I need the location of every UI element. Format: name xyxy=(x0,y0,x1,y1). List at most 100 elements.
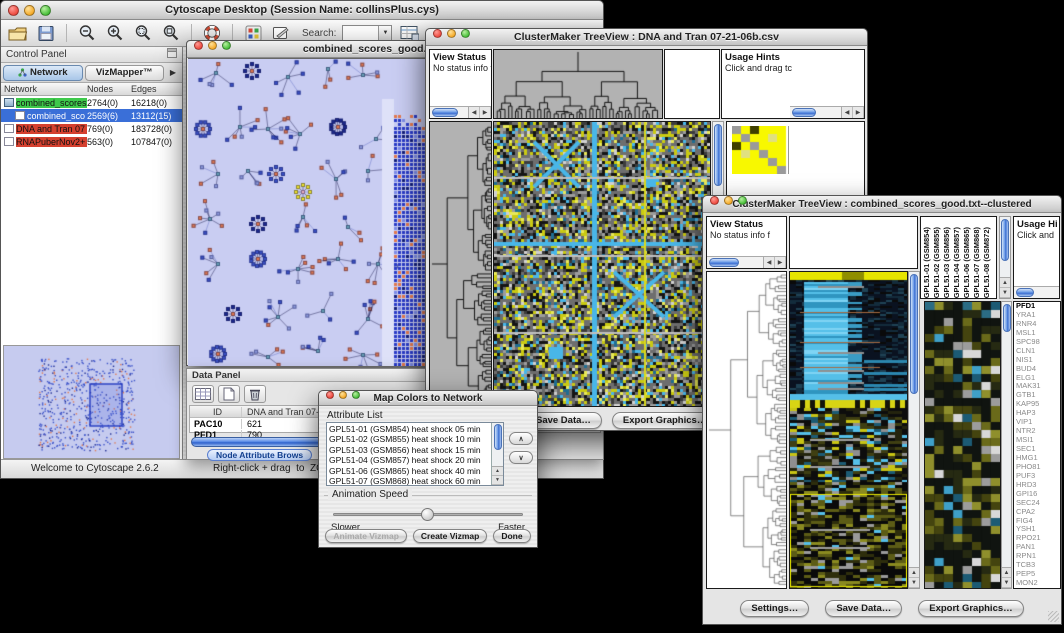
dialog-button[interactable]: Done xyxy=(493,529,530,543)
zoom-fit-icon[interactable] xyxy=(160,23,182,43)
main-titlebar[interactable]: Cytoscape Desktop (Session Name: collins… xyxy=(1,1,603,20)
attribute-list-item[interactable]: GPL51-02 (GSM855) heat shock 10 min xyxy=(329,434,491,444)
column-label[interactable]: GPL51-08 (GSM872) xyxy=(982,227,992,298)
zoom-out-icon[interactable] xyxy=(76,23,98,43)
zoom-button[interactable] xyxy=(738,196,747,205)
hscrollbar[interactable]: ◀▶ xyxy=(790,106,864,118)
attribute-list-label: Attribute List xyxy=(327,410,383,421)
column-dendrogram[interactable] xyxy=(493,49,663,119)
attribute-id: PAC10 xyxy=(190,419,242,429)
treeview-button[interactable]: Settings… xyxy=(740,600,809,617)
tab-overflow-arrow[interactable]: ▶ xyxy=(166,68,180,77)
zoom-selected-icon[interactable] xyxy=(132,23,154,43)
network-nodes-count: 563(0) xyxy=(87,137,131,147)
create-attribute-icon[interactable] xyxy=(218,385,240,403)
close-button[interactable] xyxy=(710,196,719,205)
network-overview-thumbnail[interactable] xyxy=(8,350,176,454)
hscrollbar[interactable]: ◀▶ xyxy=(430,106,491,118)
treeview-dna-titlebar[interactable]: ClusterMaker TreeView : DNA and Tran 07-… xyxy=(426,29,867,46)
zoom-button[interactable] xyxy=(352,391,360,399)
attribute-list-item[interactable]: GPL51-06 (GSM865) heat shock 40 min xyxy=(329,466,491,476)
search-label: Search: xyxy=(302,28,336,39)
slider-knob[interactable] xyxy=(421,508,434,521)
status-welcome: Welcome to Cytoscape 2.6.2 xyxy=(31,463,159,474)
network-row[interactable]: combined_sco 2569(6) 13112(15) xyxy=(1,109,182,122)
treeview-buttons: Settings… Save Data… Export Graphics… xyxy=(703,596,1061,620)
close-button[interactable] xyxy=(194,41,203,50)
hscrollbar[interactable] xyxy=(1014,286,1059,298)
column-label[interactable]: GPL51-04 (GSM857) xyxy=(952,227,962,298)
view-status-panel: View Status No status info f ◀▶ xyxy=(706,216,787,269)
gene-label[interactable]: MON2 xyxy=(1016,579,1060,588)
global-heatmap[interactable] xyxy=(493,121,711,407)
tab-network[interactable]: Network xyxy=(3,65,83,81)
dialog-titlebar[interactable]: Map Colors to Network xyxy=(319,391,537,406)
minimize-button[interactable] xyxy=(724,196,733,205)
float-panel-icon[interactable] xyxy=(167,48,177,61)
scroll-down-icon: ▼ xyxy=(492,476,503,485)
map-colors-dialog: Map Colors to Network Attribute List GPL… xyxy=(318,390,538,548)
network-overview-panel[interactable] xyxy=(3,345,180,459)
zoom-button[interactable] xyxy=(461,29,470,38)
close-button[interactable] xyxy=(433,29,442,38)
row-dendrogram[interactable] xyxy=(429,121,492,407)
node-attribute-browser-button[interactable]: Node Attribute Brows xyxy=(207,449,312,461)
network-table-header[interactable]: Network Nodes Edges xyxy=(1,83,182,96)
attribute-list-item[interactable]: GPL51-04 (GSM857) heat shock 20 min xyxy=(329,455,491,465)
treeview-button[interactable]: Save Data… xyxy=(825,600,902,617)
column-dendrogram[interactable] xyxy=(789,216,918,269)
treeview-button[interactable]: Export Graphics… xyxy=(918,600,1023,617)
vscrollbar[interactable]: ▲▼ xyxy=(908,271,920,589)
save-session-icon[interactable] xyxy=(35,23,57,43)
vscrollbar[interactable]: ▲▼ xyxy=(491,423,503,485)
scroll-right-icon: ▶ xyxy=(480,107,491,118)
column-label[interactable]: GPL51-07 (GSM868) xyxy=(972,227,982,298)
network-nodes-count: 2764(0) xyxy=(87,98,131,108)
column-label[interactable]: GPL51-01 (GSM854) xyxy=(922,227,932,298)
hscrollbar[interactable]: ◀▶ xyxy=(707,256,786,268)
delete-attribute-icon[interactable] xyxy=(244,385,266,403)
row-dendrogram[interactable] xyxy=(706,271,787,589)
attribute-list-item[interactable]: GPL51-03 (GSM856) heat shock 15 min xyxy=(329,445,491,455)
network-row[interactable]: DNA and Tran 07 769(0) 183728(0) xyxy=(1,122,182,135)
global-heatmap[interactable] xyxy=(789,271,908,589)
select-attributes-icon[interactable] xyxy=(192,385,214,403)
move-up-button[interactable]: ∧ xyxy=(509,432,533,445)
column-label[interactable]: GPL51-06 (GSM865) xyxy=(962,227,972,298)
treeview-combined-titlebar[interactable]: ClusterMaker TreeView : combined_scores_… xyxy=(703,196,1061,213)
network-row[interactable]: combined_scores 2764(0) 16218(0) xyxy=(1,96,182,109)
minimize-button[interactable] xyxy=(447,29,456,38)
dialog-button[interactable]: Create Vizmap xyxy=(413,529,487,543)
open-session-icon[interactable] xyxy=(7,23,29,43)
move-down-button[interactable]: ∨ xyxy=(509,451,533,464)
scroll-down-icon: ▼ xyxy=(1000,288,1010,298)
close-button[interactable] xyxy=(8,5,19,16)
zoom-heatmap[interactable] xyxy=(732,126,789,174)
animation-speed-label: Animation Speed xyxy=(328,489,412,500)
tab-vizmapper[interactable]: VizMapper™ xyxy=(85,65,165,81)
vscrollbar[interactable]: ▲▼ xyxy=(1001,301,1012,589)
zoom-button[interactable] xyxy=(40,5,51,16)
combo-arrow-icon[interactable]: ▼ xyxy=(378,26,391,40)
close-button[interactable] xyxy=(326,391,334,399)
column-labels xyxy=(664,49,720,119)
animation-speed-slider[interactable] xyxy=(333,513,523,516)
resize-grip[interactable] xyxy=(1048,611,1059,622)
minimize-button[interactable] xyxy=(208,41,217,50)
column-label[interactable]: GPL51-03 (GSM856) xyxy=(942,227,952,298)
vscrollbar[interactable]: ▲▼ xyxy=(999,216,1011,299)
network-row[interactable]: RNAPuberNov2+ 563(0) 107847(0) xyxy=(1,135,182,148)
dialog-button[interactable]: Animate Vizmap xyxy=(325,529,407,543)
zoom-heatmap[interactable] xyxy=(924,301,1001,589)
minimize-button[interactable] xyxy=(339,391,347,399)
network-name: combined_scores xyxy=(16,98,87,108)
zoom-button[interactable] xyxy=(222,41,231,50)
network-row-icon xyxy=(4,137,14,146)
zoom-in-icon[interactable] xyxy=(104,23,126,43)
minimize-button[interactable] xyxy=(24,5,35,16)
attribute-list-item[interactable]: GPL51-01 (GSM854) heat shock 05 min xyxy=(329,424,491,434)
column-label[interactable]: GPL51-02 (GSM855) xyxy=(932,227,942,298)
attribute-list-item[interactable]: GPL51-07 (GSM868) heat shock 60 min xyxy=(329,476,491,485)
network-name: RNAPuberNov2+ xyxy=(16,137,87,147)
search-combobox[interactable]: ▼ xyxy=(342,25,392,41)
